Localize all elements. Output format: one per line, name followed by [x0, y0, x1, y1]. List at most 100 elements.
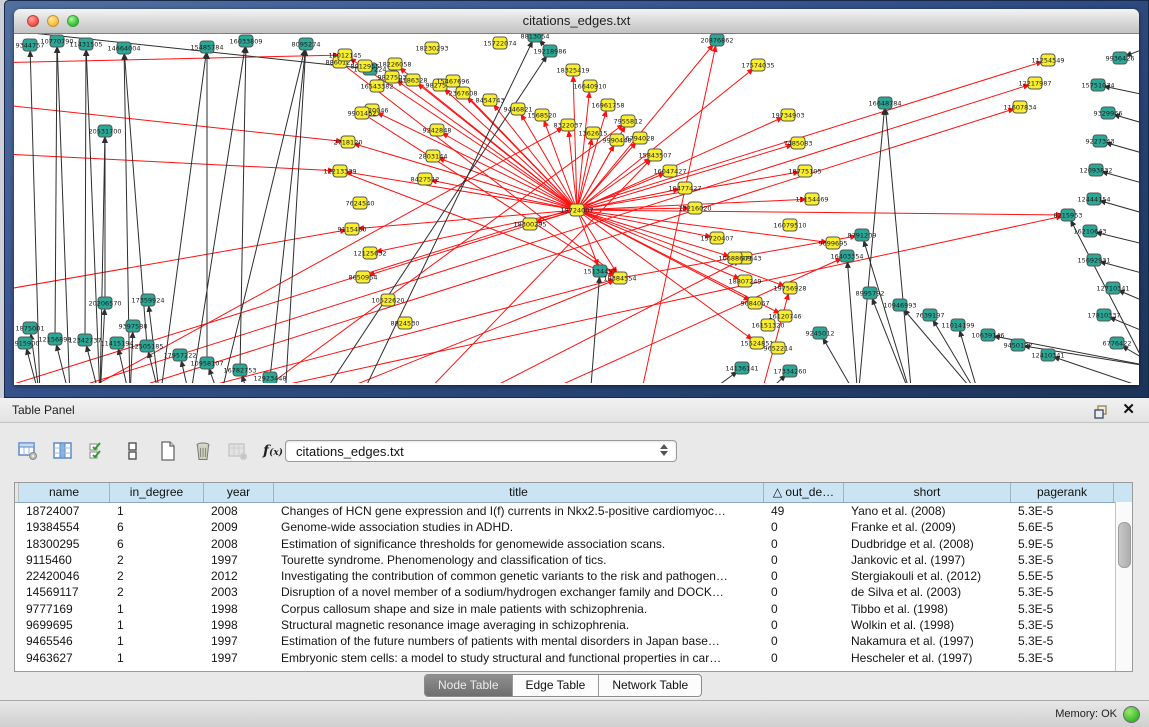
window-titlebar[interactable]: citations_edges.txt: [14, 9, 1139, 34]
table-cell[interactable]: 1: [110, 617, 204, 633]
table-cell[interactable]: 6: [110, 536, 204, 552]
column-header-short[interactable]: short: [844, 483, 1011, 502]
citation-edge-black[interactable]: [55, 41, 57, 339]
table-cell[interactable]: Changes of HCN gene expression and I(f) …: [274, 503, 764, 519]
table-cell[interactable]: 1: [110, 601, 204, 617]
table-cell[interactable]: Stergiakouli et al. (2012): [844, 568, 1011, 584]
float-panel-icon[interactable]: [1094, 403, 1109, 417]
select-all-icon[interactable]: [86, 439, 110, 463]
table-row[interactable]: 911546021997Tourette syndrome. Phenomeno…: [15, 552, 1115, 568]
table-cell[interactable]: 2: [110, 568, 204, 584]
column-visibility-icon[interactable]: [51, 439, 75, 463]
table-cell[interactable]: 2008: [204, 536, 274, 552]
table-cell[interactable]: Wolkin et al. (1998): [844, 617, 1011, 633]
table-cell[interactable]: 9463627: [19, 650, 110, 666]
table-cell[interactable]: 5.9E-5: [1011, 536, 1114, 552]
table-cell[interactable]: 19384554: [19, 519, 110, 535]
column-header-year[interactable]: year: [204, 483, 274, 502]
table-cell[interactable]: 2: [110, 552, 204, 568]
table-cell[interactable]: 22420046: [19, 568, 110, 584]
table-row[interactable]: 969969511998Structural magnetic resonanc…: [15, 617, 1115, 633]
table-cell[interactable]: Yano et al. (2008): [844, 503, 1011, 519]
citation-edge-red[interactable]: [14, 55, 345, 63]
table-cell[interactable]: Disruption of a novel member of a sodium…: [274, 584, 764, 600]
table-cell[interactable]: 2: [110, 584, 204, 600]
table-cell[interactable]: Embryonic stem cells: a model to study s…: [274, 650, 764, 666]
citation-network-graph[interactable]: 9344757107707901143150514664004154857841…: [14, 34, 1139, 383]
table-row[interactable]: 946362711997Embryonic stem cells: a mode…: [15, 650, 1115, 666]
citation-edge-red[interactable]: [100, 107, 1020, 383]
table-cell[interactable]: 5.3E-5: [1011, 650, 1114, 666]
table-cell[interactable]: Structural magnetic resonance image aver…: [274, 617, 764, 633]
table-cell[interactable]: 5.3E-5: [1011, 503, 1114, 519]
table-cell[interactable]: 2012: [204, 568, 274, 584]
table-cell[interactable]: 49: [764, 503, 844, 519]
tab-node-table[interactable]: Node Table: [425, 675, 513, 696]
citation-edge-black[interactable]: [85, 44, 86, 340]
scrollbar-thumb[interactable]: [1118, 522, 1131, 568]
table-row[interactable]: 1938455462009Genome-wide association stu…: [15, 519, 1115, 535]
table-cell[interactable]: 0: [764, 552, 844, 568]
table-cell[interactable]: 1998: [204, 617, 274, 633]
table-row[interactable]: 977716911998Corpus callosum shape and si…: [15, 601, 1115, 617]
citation-edge-black[interactable]: [220, 44, 306, 383]
table-options-icon[interactable]: [16, 439, 40, 463]
table-cell[interactable]: 5.5E-5: [1011, 568, 1114, 584]
table-cell[interactable]: 6: [110, 519, 204, 535]
table-cell[interactable]: Estimation of the future numbers of pati…: [274, 633, 764, 649]
table-row[interactable]: 2242004622012Investigating the contribut…: [15, 568, 1115, 584]
table-row[interactable]: 1872400712008Changes of HCN gene express…: [15, 503, 1115, 519]
table-cell[interactable]: 1997: [204, 552, 274, 568]
table-cell[interactable]: 1998: [204, 601, 274, 617]
table-cell[interactable]: 18300295: [19, 536, 110, 552]
table-cell[interactable]: 5.3E-5: [1011, 601, 1114, 617]
table-cell[interactable]: 0: [764, 536, 844, 552]
table-cell[interactable]: 9699695: [19, 617, 110, 633]
table-cell[interactable]: Tibbo et al. (1998): [844, 601, 1011, 617]
column-header-pagerank[interactable]: pagerank: [1011, 483, 1114, 502]
table-cell[interactable]: Hescheler et al. (1997): [844, 650, 1011, 666]
citation-edge-black[interactable]: [57, 41, 70, 383]
import-table-icon[interactable]: [226, 439, 250, 463]
table-cell[interactable]: 18724007: [19, 503, 110, 519]
citation-edge-black[interactable]: [130, 326, 133, 383]
citation-edge-red[interactable]: [348, 142, 577, 210]
table-cell[interactable]: 0: [764, 633, 844, 649]
delete-table-icon[interactable]: [191, 439, 215, 463]
zoom-window-button[interactable]: [67, 15, 79, 27]
vertical-scrollbar[interactable]: [1115, 502, 1132, 671]
citation-edge-black[interactable]: [858, 103, 885, 383]
table-cell[interactable]: 1: [110, 650, 204, 666]
table-cell[interactable]: 0: [764, 650, 844, 666]
table-cell[interactable]: Investigating the contribution of common…: [274, 568, 764, 584]
table-cell[interactable]: 9465546: [19, 633, 110, 649]
table-cell[interactable]: 9777169: [19, 601, 110, 617]
table-cell[interactable]: 0: [764, 601, 844, 617]
table-cell[interactable]: 0: [764, 568, 844, 584]
citation-edge-black[interactable]: [240, 41, 246, 370]
citation-edge-black[interactable]: [86, 44, 100, 383]
row-height-icon[interactable]: [121, 439, 145, 463]
table-selector-dropdown[interactable]: citations_edges.txt: [285, 440, 677, 462]
table-cell[interactable]: 9115460: [19, 552, 110, 568]
close-panel-icon[interactable]: ✕: [1122, 401, 1135, 419]
table-cell[interactable]: 2003: [204, 584, 274, 600]
column-header-name[interactable]: name: [19, 483, 110, 502]
citation-edge-black[interactable]: [847, 256, 858, 383]
table-cell[interactable]: 5.6E-5: [1011, 519, 1114, 535]
citation-edge-red[interactable]: [577, 133, 593, 210]
table-cell[interactable]: 14569117: [19, 584, 110, 600]
citation-edge-red[interactable]: [340, 171, 577, 210]
table-cell[interactable]: 1: [110, 633, 204, 649]
table-cell[interactable]: Dudbridge et al. (2008): [844, 536, 1011, 552]
table-cell[interactable]: de Silva et al. (2003): [844, 584, 1011, 600]
table-cell[interactable]: 1997: [204, 633, 274, 649]
table-row[interactable]: 1456911722003Disruption of a novel membe…: [15, 584, 1115, 600]
table-cell[interactable]: Tourette syndrome. Phenomenology and cla…: [274, 552, 764, 568]
table-cell[interactable]: 2008: [204, 503, 274, 519]
tab-network-table[interactable]: Network Table: [599, 675, 701, 696]
citation-edge-red[interactable]: [420, 155, 655, 383]
table-cell[interactable]: 0: [764, 519, 844, 535]
citation-edge-black[interactable]: [190, 41, 246, 383]
column-header-in_degree[interactable]: in_degree: [110, 483, 204, 502]
